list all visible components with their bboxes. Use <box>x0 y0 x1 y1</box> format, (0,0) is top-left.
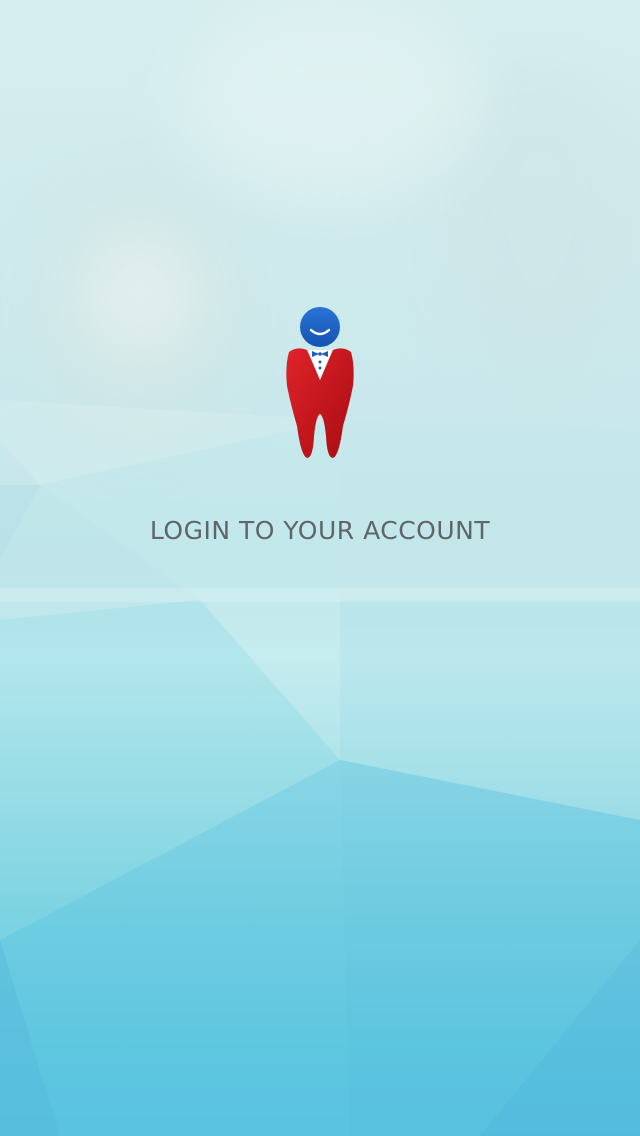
login-screen: LOGIN TO YOUR ACCOUNT <box>0 0 640 1136</box>
polygon-facets <box>0 400 640 1136</box>
background <box>0 0 640 1136</box>
tooth-butler-icon <box>286 307 354 458</box>
page-title: LOGIN TO YOUR ACCOUNT <box>149 516 491 545</box>
